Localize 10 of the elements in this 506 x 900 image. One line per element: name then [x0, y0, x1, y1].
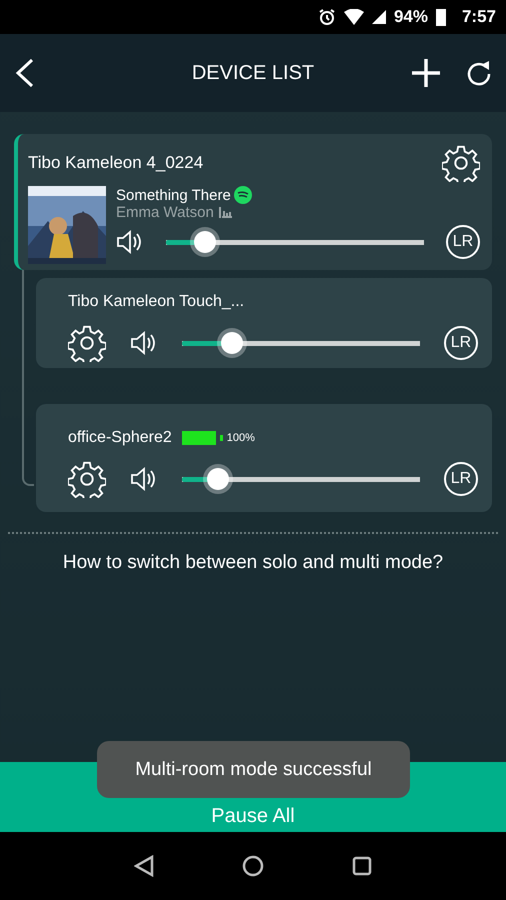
device-name: office-Sphere2: [68, 429, 172, 447]
artist-name: Emma Watson: [116, 204, 214, 221]
clock: 7:57: [462, 7, 496, 27]
mode-toast: Multi-room mode successful: [97, 741, 410, 798]
device-name: Tibo Kameleon Touch_...: [68, 293, 244, 311]
battery-percent: 94%: [394, 7, 428, 27]
device-name: Tibo Kameleon 4_0224: [28, 153, 204, 173]
page-title: DEVICE LIST: [192, 62, 314, 84]
song-title: Something There: [116, 186, 231, 204]
battery-percent: 100%: [226, 432, 255, 444]
